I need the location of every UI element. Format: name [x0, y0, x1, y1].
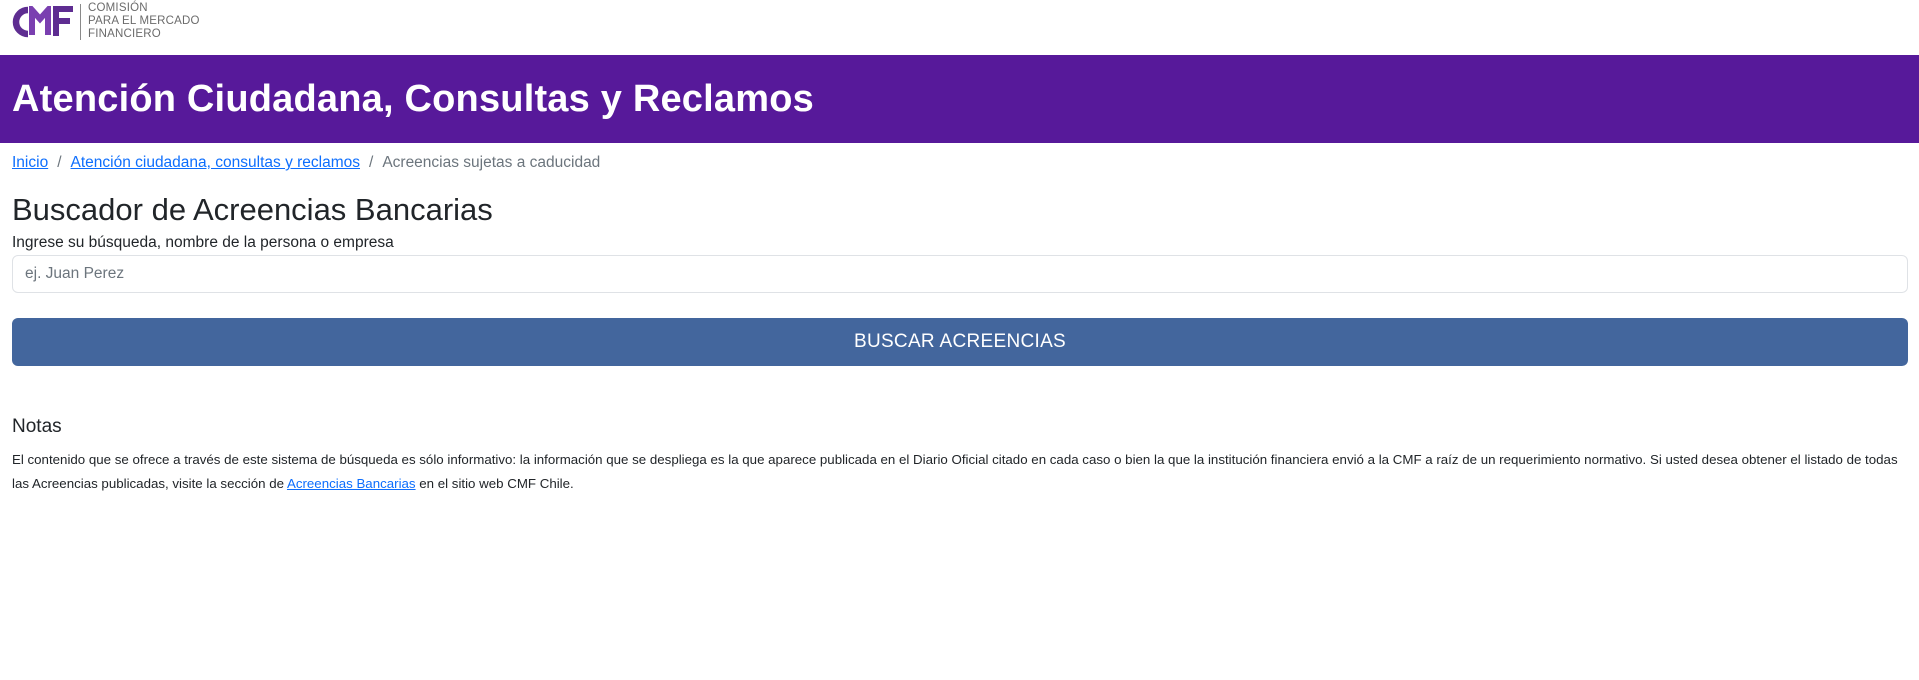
- breadcrumb-link-inicio[interactable]: Inicio: [12, 154, 48, 172]
- main-content: Inicio / Atención ciudadana, consultas y…: [0, 154, 1919, 496]
- acreencias-bancarias-link[interactable]: Acreencias Bancarias: [287, 476, 416, 491]
- logo-line-2: PARA EL MERCADO: [88, 15, 200, 27]
- breadcrumb-current: Acreencias sujetas a caducidad: [382, 154, 601, 171]
- notes-text: El contenido que se ofrece a través de e…: [12, 448, 1907, 496]
- breadcrumb-separator: /: [57, 154, 62, 171]
- cmf-logo[interactable]: COMISIÓN PARA EL MERCADO FINANCIERO: [12, 2, 200, 41]
- search-input[interactable]: [12, 255, 1908, 293]
- breadcrumb: Inicio / Atención ciudadana, consultas y…: [12, 154, 1907, 172]
- notes-title: Notas: [12, 416, 62, 437]
- cmf-logo-mark-icon: [12, 5, 73, 37]
- search-button[interactable]: BUSCAR ACREENCIAS: [12, 318, 1908, 366]
- logo-line-3: FINANCIERO: [88, 28, 161, 40]
- breadcrumb-separator: /: [369, 154, 374, 171]
- top-header: COMISIÓN PARA EL MERCADO FINANCIERO: [0, 0, 1919, 55]
- logo-text: COMISIÓN PARA EL MERCADO FINANCIERO: [88, 2, 200, 41]
- banner-title: Atención Ciudadana, Consultas y Reclamos: [12, 77, 814, 120]
- search-label: Ingrese su búsqueda, nombre de la person…: [12, 234, 394, 251]
- logo-line-1: COMISIÓN: [88, 2, 148, 14]
- page-title: Buscador de Acreencias Bancarias: [12, 192, 493, 227]
- logo-divider: [80, 3, 81, 40]
- page-banner: Atención Ciudadana, Consultas y Reclamos: [0, 55, 1919, 143]
- notes-text-after: en el sitio web CMF Chile.: [415, 476, 574, 491]
- breadcrumb-link-atencion-ciudadana[interactable]: Atención ciudadana, consultas y reclamos: [71, 154, 361, 172]
